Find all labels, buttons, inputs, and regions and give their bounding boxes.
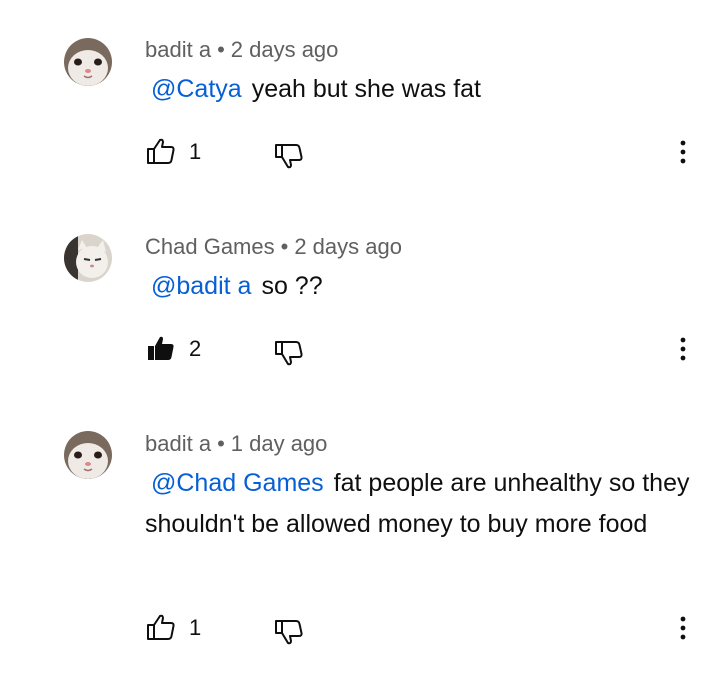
- avatar[interactable]: [64, 234, 112, 282]
- author-name[interactable]: Chad Games: [145, 234, 275, 259]
- comment-actions: 1: [145, 136, 695, 176]
- meta-separator: •: [217, 37, 225, 62]
- avatar[interactable]: [64, 431, 112, 479]
- like-count: 1: [189, 615, 202, 640]
- more-vertical-icon[interactable]: [673, 136, 693, 168]
- author-name[interactable]: badit a: [145, 37, 211, 62]
- comment-text: @badit a so ??: [145, 266, 690, 307]
- comment-meta: badit a • 2 days ago: [145, 37, 338, 63]
- mention-link[interactable]: @Catya: [151, 75, 242, 103]
- thumbs-down-outline-icon[interactable]: [273, 616, 305, 648]
- more-vertical-icon[interactable]: [673, 333, 693, 365]
- comment-meta: badit a • 1 day ago: [145, 431, 327, 457]
- mention-link[interactable]: @badit a: [151, 272, 251, 300]
- thumbs-up-outline-icon[interactable]: [145, 612, 177, 644]
- thumbs-down-outline-icon[interactable]: [273, 337, 305, 369]
- author-name[interactable]: badit a: [145, 431, 211, 456]
- comment-time[interactable]: 2 days ago: [294, 234, 402, 259]
- meta-separator: •: [280, 234, 289, 259]
- comment-body: yeah but she was fat: [251, 75, 481, 103]
- comment-text: @Chad Games fat people are unhealthy so t…: [145, 463, 690, 545]
- comment-text: @Catya yeah but she was fat: [145, 69, 690, 110]
- comment-time[interactable]: 2 days ago: [231, 37, 339, 62]
- more-vertical-icon[interactable]: [673, 612, 693, 644]
- like-count: 1: [189, 139, 202, 164]
- like-count: 2: [189, 336, 202, 361]
- comment-actions: 1: [145, 612, 695, 652]
- thumbs-down-outline-icon[interactable]: [273, 140, 305, 172]
- mention-link[interactable]: @Chad Games: [151, 469, 324, 497]
- comment-body: so ??: [261, 272, 323, 300]
- comment-meta: Chad Games • 2 days ago: [145, 234, 402, 260]
- comment-actions: 2: [145, 333, 695, 373]
- thumbs-up-outline-icon[interactable]: [145, 136, 177, 168]
- thumbs-up-filled-icon[interactable]: [145, 333, 177, 365]
- avatar[interactable]: [64, 38, 112, 86]
- meta-separator: •: [217, 431, 225, 456]
- comment-time[interactable]: 1 day ago: [231, 431, 328, 456]
